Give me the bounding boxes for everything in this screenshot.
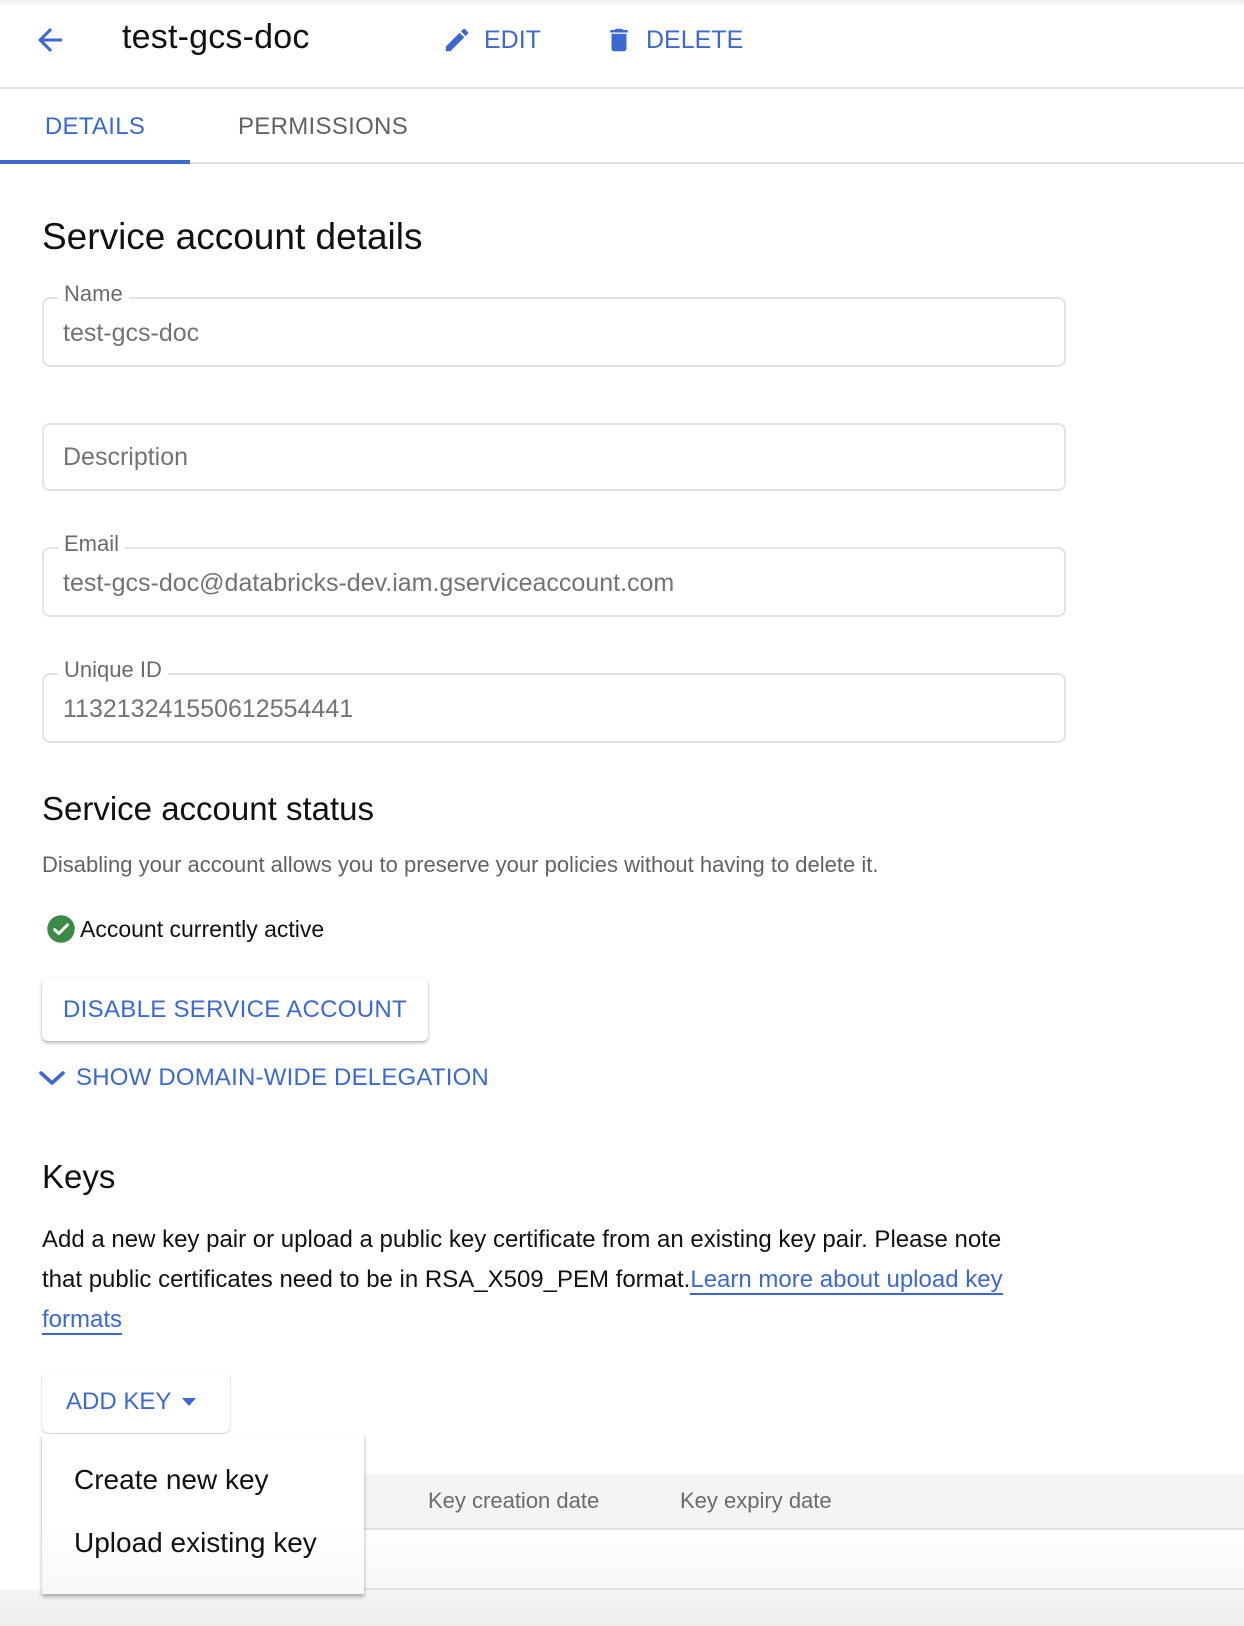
page-title: test-gcs-doc [122, 18, 310, 56]
keys-description: Add a new key pair or upload a public ke… [42, 1220, 1042, 1340]
name-value: test-gcs-doc [63, 319, 200, 347]
pencil-icon [445, 28, 469, 52]
edit-label: EDIT [484, 25, 541, 54]
disable-service-account-button[interactable]: DISABLE SERVICE ACCOUNT [42, 978, 428, 1041]
delete-label: DELETE [646, 25, 744, 54]
email-field[interactable]: Email test-gcs-doc@databricks-dev.iam.gs… [42, 531, 1066, 617]
status-heading: Service account status [42, 790, 374, 827]
bottom-fade [0, 1590, 1244, 1626]
tab-details[interactable]: DETAILS [0, 91, 190, 164]
trash-icon [610, 28, 628, 52]
email-value: test-gcs-doc@databricks-dev.iam.gservice… [63, 569, 675, 597]
tab-permissions[interactable]: PERMISSIONS [210, 91, 436, 162]
back-button[interactable] [32, 22, 68, 58]
name-field[interactable]: Name test-gcs-doc [42, 281, 1066, 367]
keys-heading: Keys [42, 1158, 116, 1195]
delete-button[interactable]: DELETE [604, 22, 743, 58]
keys-table-header: Key creation date Key expiry date [364, 1474, 1244, 1530]
caret-down-icon [182, 1397, 197, 1406]
description-field[interactable] [42, 423, 1066, 491]
unique-id-value: 113213241550612554441 [63, 695, 354, 723]
keys-table-body [364, 1530, 1244, 1590]
email-label: Email [58, 531, 126, 557]
column-key-creation-date[interactable]: Key creation date [428, 1488, 599, 1514]
menu-item-create-new-key[interactable]: Create new key [74, 1464, 269, 1496]
status-indicator: Account currently active [46, 914, 324, 944]
menu-item-upload-existing-key[interactable]: Upload existing key [74, 1527, 317, 1559]
name-label: Name [58, 281, 129, 307]
add-key-menu: Create new key Upload existing key [42, 1434, 364, 1594]
details-heading: Service account details [42, 216, 423, 257]
add-key-button[interactable]: ADD KEY [42, 1370, 230, 1433]
description-input[interactable] [63, 443, 1043, 472]
page-header: test-gcs-doc EDIT DELETE [0, 0, 1244, 89]
status-description: Disabling your account allows you to pre… [42, 852, 879, 877]
delegation-label: SHOW DOMAIN-WIDE DELEGATION [76, 1064, 489, 1091]
column-key-expiry-date[interactable]: Key expiry date [680, 1488, 832, 1514]
tab-bar: DETAILS PERMISSIONS [0, 91, 1244, 164]
edit-button[interactable]: EDIT [442, 22, 541, 58]
unique-id-label: Unique ID [58, 657, 168, 683]
check-circle-icon [47, 915, 75, 943]
show-domain-wide-delegation-toggle[interactable]: SHOW DOMAIN-WIDE DELEGATION [38, 1064, 489, 1092]
add-key-label: ADD KEY [66, 1387, 172, 1415]
unique-id-field[interactable]: Unique ID 113213241550612554441 [42, 657, 1066, 743]
status-text: Account currently active [80, 915, 325, 942]
chevron-down-icon [39, 1071, 65, 1085]
arrow-left-icon [38, 28, 62, 52]
